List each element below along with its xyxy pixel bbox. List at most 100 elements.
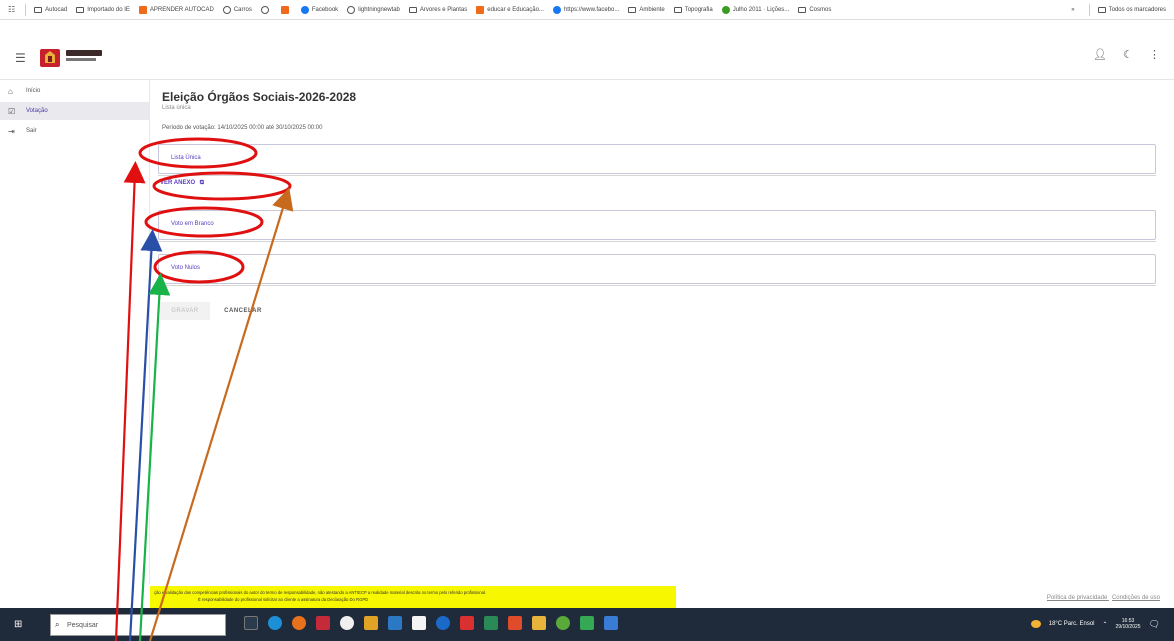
view-annex-label: VER ANEXO (160, 180, 196, 186)
sidebar-item-label: Sair (26, 128, 37, 134)
vote-option-lista-unica[interactable]: Lista Única (158, 144, 1156, 174)
external-link-icon: ⧉ (199, 180, 205, 186)
favicon-icon (138, 5, 147, 14)
folder-icon (34, 6, 43, 13)
bookmark-item[interactable]: Importado do IE (76, 6, 130, 13)
tray-date: 29/10/2025 (1115, 624, 1141, 630)
page-title: Eleição Órgãos Sociais-2026-2028 (162, 90, 357, 104)
theme-toggle-icon[interactable]: ☾ (1123, 48, 1133, 61)
bookmark-item[interactable]: Autocad (34, 6, 68, 13)
bookmarks-list: Autocad Importado do IE APRENDER AUTOCAD Ca… (34, 5, 840, 14)
taskbar-search-input[interactable]: ⌕ Pesquisar (50, 614, 226, 636)
vote-option-label: Voto Nulos (171, 265, 201, 271)
sidebar: ⌂ Início ☑ Votação ⇥ Sair (0, 80, 150, 584)
more-vert-icon[interactable]: ⋮ (1149, 48, 1160, 61)
menu-icon[interactable]: ☰ (15, 51, 26, 65)
save-button[interactable]: GRAVAR (160, 302, 210, 320)
bookmark-item[interactable]: Cosmos (798, 6, 832, 13)
cancel-button[interactable]: CANCELAR (218, 302, 268, 320)
folder-icon (798, 6, 807, 13)
bookmark-item[interactable]: Ambiente (628, 6, 665, 13)
bookmark-item[interactable]: APRENDER AUTOCAD (138, 5, 214, 14)
bookmark-item[interactable]: Arvores e Plantas (408, 6, 468, 13)
tray-overflow-icon[interactable]: ⌃ (1103, 621, 1108, 628)
bookmark-item[interactable]: https://www.facebo... (552, 5, 619, 14)
tray-clock[interactable]: 16:53 29/10/2025 (1116, 618, 1141, 630)
page-subtitle: Lista única (162, 105, 191, 111)
document-app-icon[interactable] (412, 616, 426, 630)
organization-logo (40, 49, 60, 67)
sidebar-item-label: Votação (26, 108, 48, 114)
outlook-icon[interactable] (388, 616, 402, 630)
cad-app-icon[interactable] (460, 616, 474, 630)
bookmark-item[interactable]: Facebook (300, 5, 338, 14)
privacy-policy-link[interactable]: Política de privacidade (1047, 595, 1107, 601)
globe-icon (347, 5, 356, 14)
excel-icon[interactable] (484, 616, 498, 630)
folder-icon (76, 6, 85, 13)
photos-app-icon[interactable] (364, 616, 378, 630)
favicon-icon (476, 5, 485, 14)
folder-icon (628, 6, 637, 13)
user-icon[interactable]: 👤︎ (1093, 48, 1107, 61)
bookmark-item[interactable] (280, 5, 292, 14)
word-icon[interactable] (604, 616, 618, 630)
view-annex-link[interactable]: VER ANEXO ⧉ (160, 180, 204, 187)
bookmarks-separator (25, 3, 27, 16)
app-header: ☰ 👤︎ ☾ ⋮ (0, 20, 1174, 80)
bookmark-item[interactable]: Topografia (673, 6, 713, 13)
globe-icon (222, 5, 231, 14)
bookmarks-more-button[interactable]: » (1071, 7, 1074, 13)
vote-option-label: Lista Única (171, 155, 201, 161)
weather-icon (1030, 620, 1041, 628)
vote-option-voto-nulos[interactable]: Voto Nulos (158, 254, 1156, 284)
edge-browser-icon[interactable] (268, 616, 282, 630)
task-view-icon[interactable] (244, 616, 258, 630)
apps-grid-icon[interactable]: ☷ (8, 5, 15, 14)
vote-option-voto-em-branco[interactable]: Voto em Branco (158, 210, 1156, 240)
bookmark-item[interactable] (260, 5, 272, 14)
qgis-icon[interactable] (556, 616, 570, 630)
facebook-icon (300, 5, 309, 14)
sidebar-item-sair[interactable]: ⇥ Sair (0, 122, 149, 140)
os-taskbar: ⊞ ⌕ Pesquisar 18°C Parc. Ensol ⌃ 16:53 2… (0, 608, 1174, 641)
divider (158, 285, 1156, 286)
firefox-icon[interactable] (292, 616, 306, 630)
bookmark-label: Julho 2011 · Lições... (732, 6, 790, 13)
bookmark-label: educar e Educação... (487, 6, 544, 13)
terms-of-use-link[interactable]: Condições de uso (1112, 595, 1160, 601)
windows-start-icon[interactable]: ⊞ (14, 619, 22, 630)
taskbar-search-placeholder: Pesquisar (67, 621, 99, 629)
maps-app-icon[interactable] (580, 616, 594, 630)
disclaimer-banner: ção e validação das competências profiss… (150, 586, 676, 608)
bookmark-label: Autocad (45, 6, 68, 13)
bookmark-label: lightningnewtab (358, 6, 400, 13)
search-icon: ⌕ (55, 620, 60, 629)
notifications-icon[interactable]: 🗨︎ (1149, 619, 1160, 630)
bookmarks-bar: ☷ Autocad Importado do IE APRENDER AUTOCAD… (0, 0, 1174, 20)
bookmark-label: Topografia (684, 6, 713, 13)
header-actions: 👤︎ ☾ ⋮ (1093, 48, 1160, 61)
bookmarks-right: » Todos os marcadores (1071, 0, 1166, 19)
bookmark-item[interactable]: Julho 2011 · Lições... (721, 5, 790, 14)
divider (158, 175, 1156, 176)
powerpoint-icon[interactable] (508, 616, 522, 630)
folder-icon (408, 6, 417, 13)
bookmark-label: Cosmos (809, 6, 832, 13)
system-tray: 18°C Parc. Ensol ⌃ 16:53 29/10/2025 🗨︎ (1030, 618, 1160, 630)
office-app-icon[interactable] (316, 616, 330, 630)
weather-label[interactable]: 18°C Parc. Ensol (1049, 621, 1095, 627)
bookmark-item[interactable]: educar e Educação... (476, 5, 544, 14)
bookmark-label: Carros (233, 6, 252, 13)
logout-icon: ⇥ (8, 126, 15, 136)
chrome-icon[interactable] (340, 616, 354, 630)
taskbar-apps (244, 616, 618, 630)
bookmark-item[interactable]: lightningnewtab (347, 5, 400, 14)
sidebar-item-inicio[interactable]: ⌂ Início (0, 82, 149, 100)
edge-alt-icon[interactable] (436, 616, 450, 630)
file-explorer-icon[interactable] (532, 616, 546, 630)
bookmark-item[interactable]: Carros (222, 5, 252, 14)
bookmark-label: Arvores e Plantas (419, 6, 468, 13)
sidebar-item-votacao[interactable]: ☑ Votação (0, 102, 149, 120)
all-bookmarks-link[interactable]: Todos os marcadores (1109, 7, 1166, 13)
